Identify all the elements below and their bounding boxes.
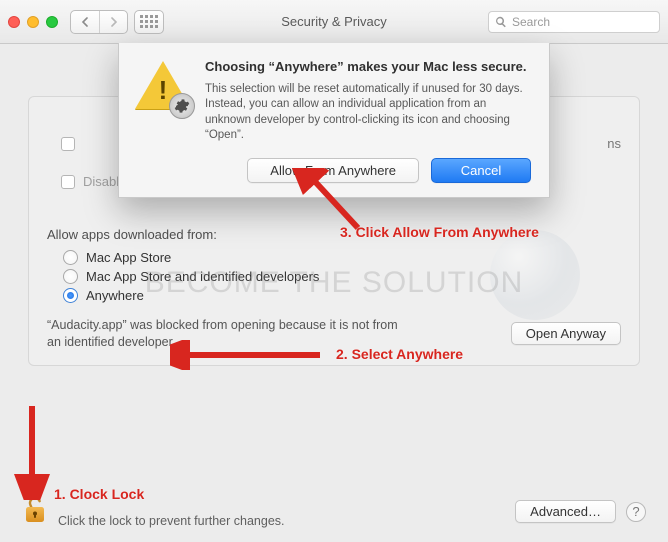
checkbox-icon[interactable] bbox=[61, 175, 75, 189]
radio-label-app-store: Mac App Store bbox=[86, 250, 171, 265]
allow-apps-label: Allow apps downloaded from: bbox=[47, 227, 621, 242]
show-all-button[interactable] bbox=[134, 10, 164, 34]
search-placeholder: Search bbox=[512, 15, 550, 29]
back-button[interactable] bbox=[71, 11, 99, 33]
open-anyway-button[interactable]: Open Anyway bbox=[511, 322, 621, 345]
gear-icon bbox=[169, 93, 195, 119]
cancel-button[interactable]: Cancel bbox=[431, 158, 531, 183]
radio-row-identified[interactable]: Mac App Store and identified developers bbox=[63, 269, 621, 284]
forward-button[interactable] bbox=[99, 11, 127, 33]
nav-back-forward[interactable] bbox=[70, 10, 128, 34]
warning-icon: ! bbox=[135, 59, 191, 115]
dialog-title: Choosing “Anywhere” makes your Mac less … bbox=[205, 59, 531, 76]
grid-icon bbox=[140, 15, 158, 28]
dialog-body: This selection will be reset automatical… bbox=[205, 82, 531, 144]
lock-icon[interactable] bbox=[22, 495, 48, 528]
radio-row-app-store[interactable]: Mac App Store bbox=[63, 250, 621, 265]
zoom-window-button[interactable] bbox=[46, 16, 58, 28]
minimize-window-button[interactable] bbox=[27, 16, 39, 28]
blocked-app-row: “Audacity.app” was blocked from opening … bbox=[47, 317, 621, 351]
radio-icon[interactable] bbox=[63, 269, 78, 284]
truncated-label: ns bbox=[607, 136, 621, 151]
confirm-anywhere-dialog: ! Choosing “Anywhere” makes your Mac les… bbox=[118, 43, 550, 198]
titlebar: Security & Privacy Search bbox=[0, 0, 668, 44]
advanced-button[interactable]: Advanced… bbox=[515, 500, 616, 523]
close-window-button[interactable] bbox=[8, 16, 20, 28]
lock-message: Click the lock to prevent further change… bbox=[58, 514, 285, 528]
annotation-arrow-1 bbox=[8, 400, 58, 500]
radio-row-anywhere[interactable]: Anywhere bbox=[63, 288, 621, 303]
search-field[interactable]: Search bbox=[488, 11, 660, 33]
radio-icon[interactable] bbox=[63, 250, 78, 265]
help-button[interactable]: ? bbox=[626, 502, 646, 522]
radio-icon[interactable] bbox=[63, 288, 78, 303]
checkbox-icon[interactable] bbox=[61, 137, 75, 151]
blocked-app-text: “Audacity.app” was blocked from opening … bbox=[47, 317, 407, 351]
lock-footer: Click the lock to prevent further change… bbox=[0, 495, 668, 528]
radio-label-anywhere: Anywhere bbox=[86, 288, 144, 303]
window-controls bbox=[8, 16, 58, 28]
allow-from-anywhere-button[interactable]: Allow From Anywhere bbox=[247, 158, 419, 183]
search-icon bbox=[495, 16, 507, 28]
radio-label-identified: Mac App Store and identified developers bbox=[86, 269, 319, 284]
